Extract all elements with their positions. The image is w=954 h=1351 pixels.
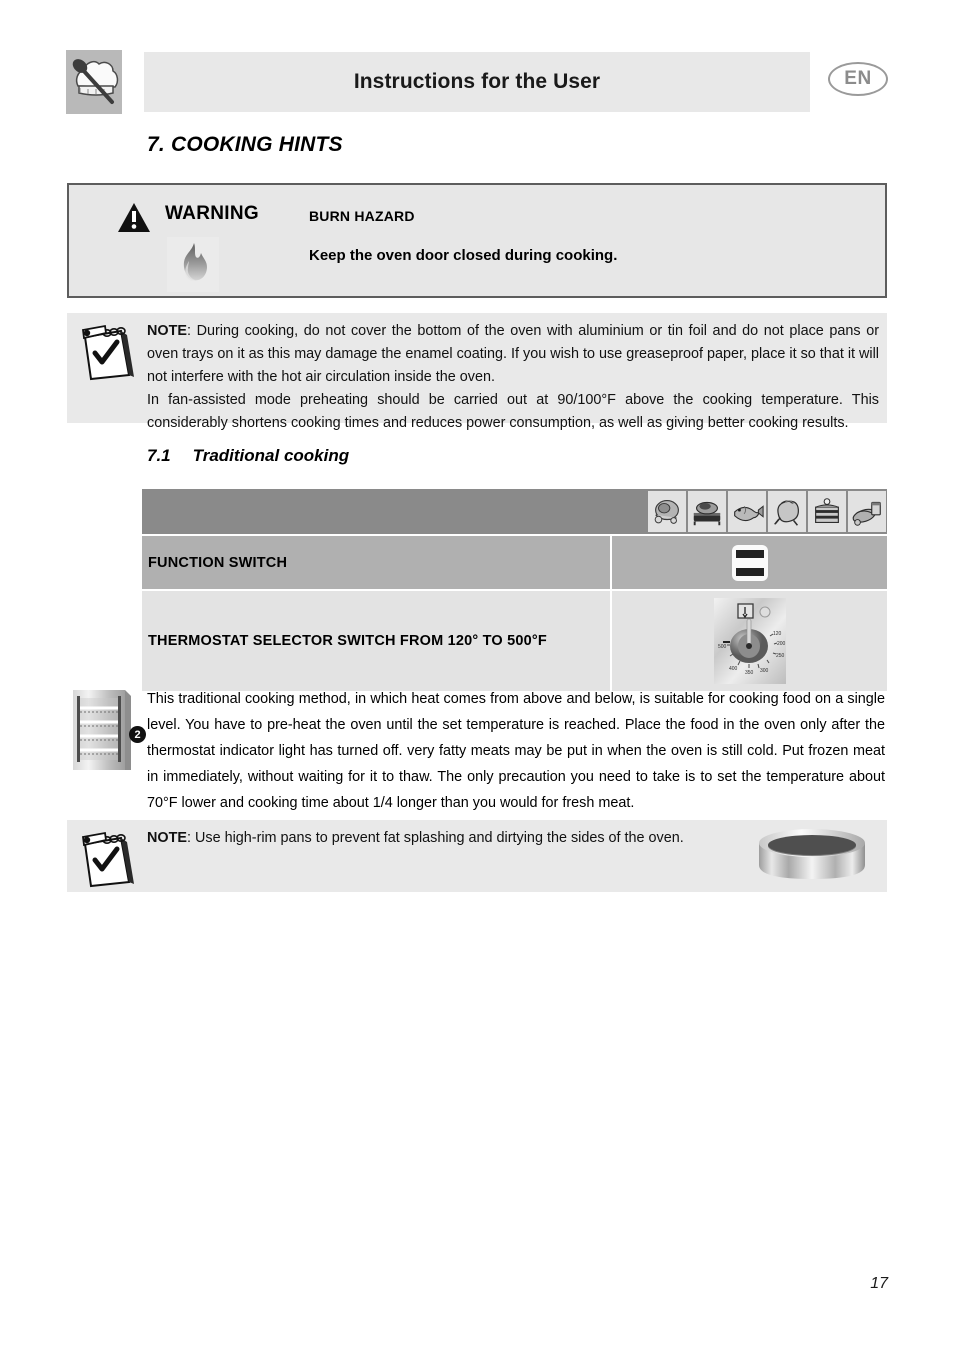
- note-paragraph-2: In fan-assisted mode preheating should b…: [147, 392, 879, 431]
- table-header-row: [142, 489, 887, 534]
- notepad-checkmark-icon: [77, 321, 137, 383]
- thermostat-selector-label: THERMOSTAT SELECTOR SWITCH FROM 120° TO …: [142, 591, 612, 691]
- poultry-icon: [768, 491, 806, 532]
- thermostat-symbol-cell: 120 200 250 300 350 400 500: [612, 591, 887, 691]
- top-bottom-heat-icon: [731, 544, 768, 581]
- note-body: NOTE: During cooking, do not cover the b…: [147, 313, 883, 431]
- page-title: Instructions for the User: [353, 70, 601, 93]
- note-box-pans: NOTE: Use high-rim pans to prevent fat s…: [67, 820, 887, 892]
- note-pans-text: : Use high-rim pans to prevent fat splas…: [186, 830, 684, 846]
- section-heading: 7. COOKING HINTS: [147, 133, 343, 156]
- table-row: FUNCTION SWITCH: [142, 534, 887, 589]
- chef-hat-spoon-icon: [66, 50, 122, 114]
- table-row: THERMOSTAT SELECTOR SWITCH FROM 120° TO …: [142, 589, 887, 691]
- svg-text:250: 250: [776, 653, 785, 659]
- subsection-number: 7.1: [147, 446, 171, 465]
- subsection-heading: 7.1 Traditional cooking: [147, 446, 349, 466]
- note-icon-cell: [67, 313, 145, 423]
- note-paragraph-1: NOTE: During cooking, do not cover the b…: [147, 320, 879, 389]
- note-paragraph-1-text: : During cooking, do not cover the botto…: [147, 323, 879, 385]
- notepad-checkmark-icon: [77, 828, 137, 890]
- grilled-meat-icon: [688, 491, 726, 532]
- shelf-level-badge: 2: [129, 726, 146, 743]
- cooking-function-table: FUNCTION SWITCH THERMOSTAT SELECTOR SWIT…: [142, 489, 887, 691]
- warning-message: Keep the oven door closed during cooking…: [309, 247, 618, 264]
- svg-text:200: 200: [777, 641, 786, 647]
- traditional-cooking-description: 2 This traditional cooking method, in wh…: [67, 686, 887, 812]
- svg-text:400: 400: [729, 666, 738, 672]
- oven-icon-cell: 2: [67, 686, 146, 776]
- note-label: NOTE: [147, 830, 187, 846]
- warning-box: WARNING BURN HAZARD Keep the oven door c…: [67, 183, 887, 298]
- function-switch-label: FUNCTION SWITCH: [142, 536, 612, 589]
- svg-text:120: 120: [773, 631, 782, 637]
- pastry-bread-icon: [848, 491, 886, 532]
- heat-bar-top: [735, 549, 764, 558]
- fish-icon: [728, 491, 766, 532]
- oven-shelf-levels-icon: [71, 686, 133, 774]
- subsection-title-text: Traditional cooking: [192, 446, 350, 465]
- cake-slice-icon: [808, 491, 846, 532]
- note-label: NOTE: [147, 323, 187, 339]
- svg-text:350: 350: [745, 670, 754, 676]
- page-number: 17: [870, 1275, 888, 1292]
- note-box-general: NOTE: During cooking, do not cover the b…: [67, 313, 887, 431]
- heat-bar-bottom: [735, 567, 764, 576]
- note-icon-cell: [67, 820, 145, 892]
- high-rim-pan-icon: [753, 825, 871, 887]
- svg-text:300: 300: [760, 668, 769, 674]
- warning-triangle-icon: [117, 202, 151, 233]
- food-icon-strip: [648, 491, 886, 532]
- roast-meat-icon: [648, 491, 686, 532]
- page-header: Instructions for the User EN: [66, 50, 888, 116]
- language-badge: EN: [828, 62, 888, 96]
- warning-label: WARNING: [165, 203, 259, 224]
- hazard-heading: BURN HAZARD: [309, 208, 415, 224]
- function-switch-symbol-cell: [612, 536, 887, 589]
- flame-icon: [167, 237, 219, 292]
- header-title-bar: Instructions for the User: [144, 52, 810, 112]
- thermostat-dial-icon: 120 200 250 300 350 400 500: [712, 596, 788, 686]
- description-text: This traditional cooking method, in whic…: [147, 691, 885, 811]
- svg-text:500: 500: [718, 644, 727, 650]
